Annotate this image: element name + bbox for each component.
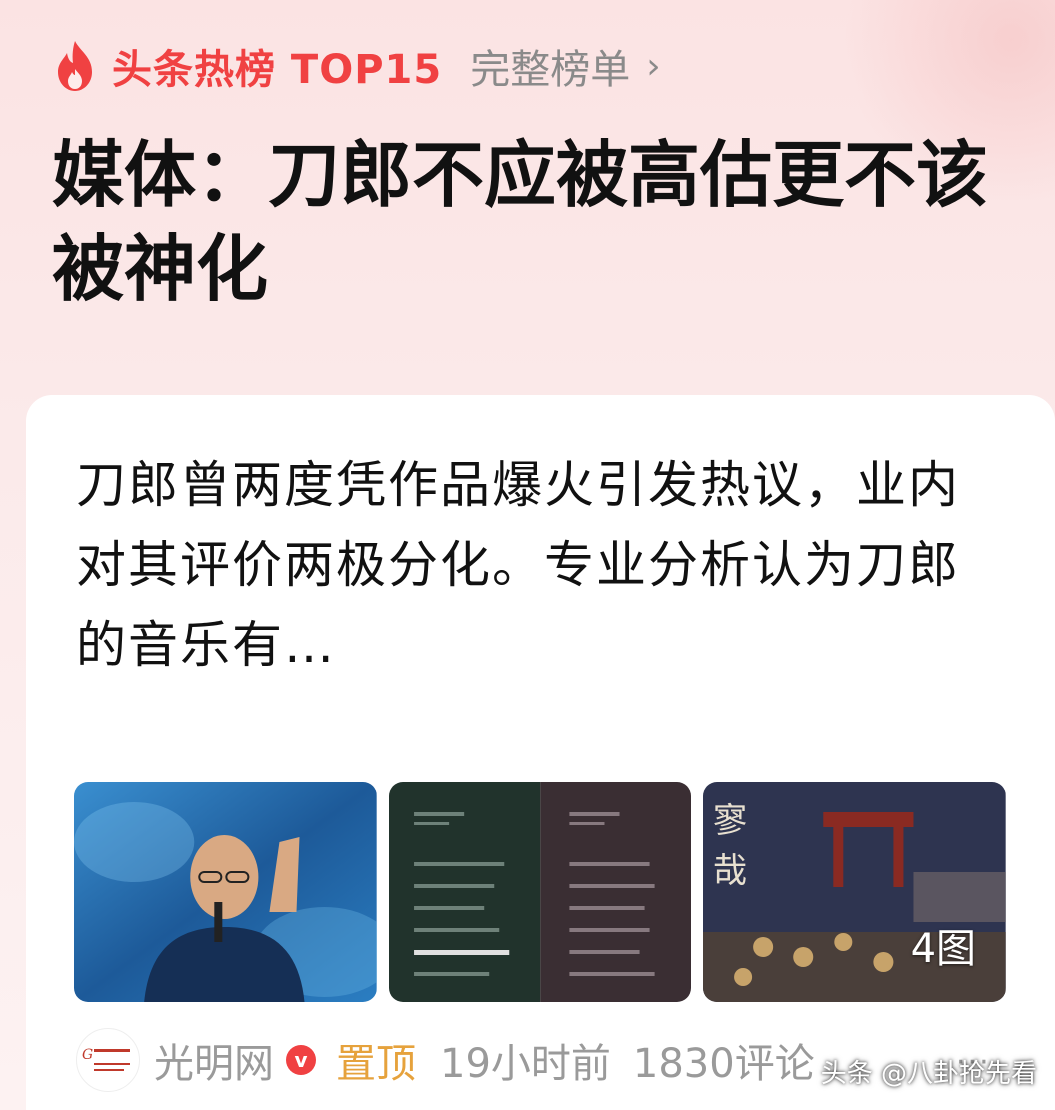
verified-icon: v xyxy=(286,1045,316,1075)
hot-list-title: 头条热榜 TOP15 xyxy=(112,47,443,93)
full-list-label: 完整榜单 xyxy=(470,47,631,93)
full-list-link[interactable]: 完整榜单 › xyxy=(470,37,660,95)
image-count-badge: 4图 xyxy=(910,926,977,972)
chevron-right-icon: › xyxy=(646,45,661,87)
svg-text:哉: 哉 xyxy=(713,851,747,891)
pinned-badge: 置顶 xyxy=(336,1041,416,1087)
source-name[interactable]: 光明网 xyxy=(154,1031,274,1089)
flame-icon xyxy=(58,41,92,91)
article-summary[interactable]: 刀郎曾两度凭作品爆火引发热议，业内对其评价两极分化。专业分析认为刀郎的音乐有… xyxy=(76,445,1006,685)
hot-list-header: 头条热榜 TOP15 完整榜单 › xyxy=(52,36,661,96)
headline[interactable]: 媒体：刀郎不应被高估更不该被神化 xyxy=(52,128,1012,316)
thumbnail-singer-photo[interactable] xyxy=(74,782,377,1002)
svg-text:G: G xyxy=(82,1047,93,1063)
comment-count[interactable]: 1830评论 xyxy=(633,1031,815,1089)
article-meta: G 光明网 v 置顶 19小时前 1830评论 xyxy=(76,1027,837,1093)
image-thumbnails: 寥 哉 4图 xyxy=(74,782,1007,1002)
thumbnail-illustration[interactable]: 寥 哉 4图 xyxy=(703,782,1007,1002)
thumbnail-lyrics[interactable] xyxy=(388,782,692,1002)
watermark: 头条 @八卦抢先看 xyxy=(820,1059,1037,1089)
svg-text:寥: 寥 xyxy=(713,801,747,841)
article-card[interactable]: 刀郎曾两度凭作品爆火引发热议，业内对其评价两极分化。专业分析认为刀郎的音乐有… xyxy=(26,395,1055,1110)
source-avatar[interactable]: G xyxy=(76,1028,140,1092)
publish-time: 19小时前 xyxy=(440,1041,611,1087)
